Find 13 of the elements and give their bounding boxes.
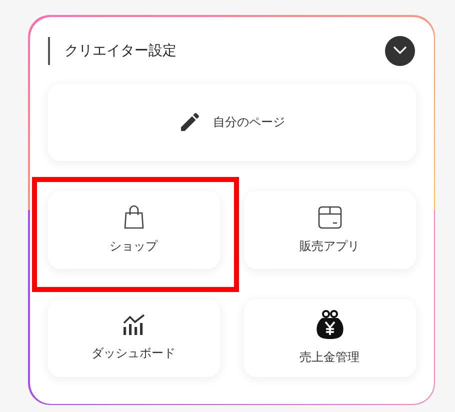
pencil-icon: [178, 110, 202, 134]
section-title: クリエイター設定: [48, 36, 176, 64]
tile-button[interactable]: 自分のページ: [48, 84, 416, 160]
tile-button[interactable]: ショップ: [48, 190, 220, 268]
tile-button[interactable]: ダッシュボード: [48, 298, 220, 376]
bar-chart-icon: [122, 314, 146, 336]
chevron-icon: [392, 46, 406, 55]
tile-button[interactable]: 販売アプリ: [244, 190, 416, 268]
tile-button[interactable]: 売上金管理: [244, 298, 416, 376]
coin-purse-icon: [316, 310, 344, 340]
collapse-button[interactable]: [384, 36, 414, 66]
box-icon: [318, 204, 342, 228]
shopping-bag-icon: [122, 204, 144, 228]
